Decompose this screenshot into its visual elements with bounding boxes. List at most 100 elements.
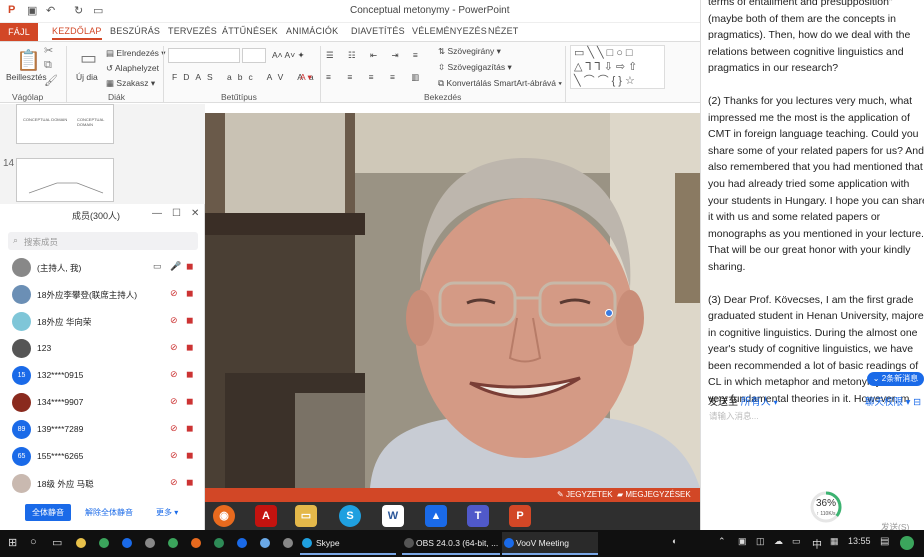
taskbar-obs[interactable]: OBS 24.0.3 (64-bit, ...: [402, 532, 500, 555]
app-icon[interactable]: [145, 538, 155, 548]
network-icon[interactable]: ▭: [792, 536, 801, 547]
tray-icon[interactable]: ☁: [774, 536, 783, 547]
folder-icon[interactable]: [76, 538, 86, 548]
mic-off-icon[interactable]: ⊘: [170, 423, 178, 434]
camera-off-icon[interactable]: ◼: [186, 423, 193, 434]
maximize-icon[interactable]: ☐: [172, 208, 181, 219]
send-to-selector[interactable]: 发送至 所有人 ▾: [708, 393, 778, 408]
app-icon[interactable]: [283, 538, 293, 548]
tray-icon[interactable]: ◐: [672, 536, 677, 546]
paste-button[interactable]: Beillesztés: [6, 72, 47, 82]
font-name-field[interactable]: [168, 48, 240, 63]
taskbar-voov[interactable]: VooV Meeting: [502, 532, 598, 555]
notification-icon[interactable]: ▤: [880, 536, 889, 547]
mic-off-icon[interactable]: ⊘: [170, 315, 178, 326]
reset-button[interactable]: ↺ Alaphelyzet: [106, 63, 159, 74]
ime-icon[interactable]: ▦: [830, 536, 839, 547]
mic-on-icon[interactable]: 🎤: [170, 261, 181, 272]
app-icon[interactable]: [191, 538, 201, 548]
word-icon[interactable]: W: [382, 505, 404, 527]
font-style-buttons[interactable]: FDAS abc AV Aa: [172, 72, 320, 82]
tab-review[interactable]: VÉLEMÉNYEZÉS: [412, 26, 487, 36]
app-icon[interactable]: [168, 538, 178, 548]
unmute-all-button[interactable]: 解除全体静音: [85, 507, 133, 518]
tray-icon[interactable]: ◫: [756, 536, 765, 547]
tab-file[interactable]: FÁJL: [0, 23, 38, 41]
camera-off-icon[interactable]: ◼: [186, 315, 193, 326]
camera-off-icon[interactable]: ◼: [186, 288, 193, 299]
redo-icon[interactable]: ↻: [74, 4, 83, 17]
app-icon[interactable]: [237, 538, 247, 548]
file-explorer-icon[interactable]: ▭: [295, 505, 317, 527]
firefox-icon[interactable]: ◉: [213, 505, 235, 527]
font-size-buttons[interactable]: A˄ A˅ ✦: [272, 50, 305, 61]
paste-icon[interactable]: 📋: [16, 48, 41, 73]
undo-icon[interactable]: ↶: [46, 4, 55, 17]
tab-transitions[interactable]: ÁTTŰNÉSEK: [222, 26, 278, 36]
new-slide-icon[interactable]: ▭: [80, 48, 97, 69]
copy-icon[interactable]: ⧉: [44, 59, 52, 72]
slide-thumbnail-13[interactable]: CONCEPTUAL DOMAIN CONCEPTUAL DOMAIN: [16, 104, 114, 144]
more-button[interactable]: 更多 ▾: [156, 507, 178, 518]
tab-design[interactable]: TERVEZÉS: [168, 26, 217, 36]
list-buttons[interactable]: ☰ ☷ ⇤ ⇥ ≡: [326, 50, 424, 61]
font-color-button[interactable]: A ▾: [300, 72, 312, 83]
chat-input[interactable]: 请输入消息...: [709, 410, 759, 422]
mic-off-icon[interactable]: ⊘: [170, 396, 178, 407]
cut-icon[interactable]: ✂: [44, 44, 53, 57]
tab-insert[interactable]: BESZÚRÁS: [110, 26, 160, 36]
excel-icon[interactable]: [214, 538, 224, 548]
camera-off-icon[interactable]: ◼: [186, 342, 193, 353]
text-direction-button[interactable]: ⇅ Szövegirány ▾: [438, 46, 501, 57]
new-messages-badge[interactable]: ⌄ 2条新消息: [867, 372, 924, 386]
clock[interactable]: 13:55: [848, 536, 871, 546]
camera-off-icon[interactable]: ◼: [186, 477, 193, 488]
app-icon[interactable]: [260, 538, 270, 548]
screen-share-icon[interactable]: ▭: [153, 261, 162, 272]
shapes-gallery[interactable]: ▭╲╲□○□ △⅂⅂⇩⇨⇧ ╲⌒⌒{}☆: [570, 45, 665, 89]
member-search-input[interactable]: ⌕ 搜索成员: [8, 232, 198, 250]
input-language[interactable]: 中: [812, 536, 822, 551]
camera-off-icon[interactable]: ◼: [186, 369, 193, 380]
edge-icon[interactable]: [122, 538, 132, 548]
mic-off-icon[interactable]: ⊘: [170, 477, 178, 488]
align-text-button[interactable]: ⇳ Szövegigazítás ▾: [438, 62, 512, 73]
slide-thumbnail-14[interactable]: [16, 158, 114, 202]
mic-off-icon[interactable]: ⊘: [170, 342, 178, 353]
send-button[interactable]: 发送(S): [881, 521, 909, 530]
tray-icon[interactable]: ▣: [738, 536, 747, 547]
member-row[interactable]: (主持人, 我) ▭ 🎤 ◼: [0, 255, 205, 281]
member-row[interactable]: 15 132****0915 ⊘ ◼: [0, 363, 205, 389]
new-slide-button[interactable]: Új dia: [76, 72, 98, 82]
comments-button[interactable]: ▰ MEGJEGYZÉSEK: [617, 490, 691, 499]
camera-off-icon[interactable]: ◼: [186, 450, 193, 461]
mic-off-icon[interactable]: ⊘: [170, 450, 178, 461]
app-icon[interactable]: [99, 538, 109, 548]
search-icon[interactable]: ○: [30, 536, 37, 548]
camera-off-icon[interactable]: ◼: [186, 261, 193, 272]
tab-slideshow[interactable]: DIAVETÍTÉS: [351, 26, 405, 36]
member-row[interactable]: 65 155****6265 ⊘ ◼: [0, 444, 205, 470]
taskbar-skype[interactable]: Skype: [300, 532, 396, 555]
task-view-icon[interactable]: ▭: [52, 536, 62, 549]
mic-off-icon[interactable]: ⊘: [170, 369, 178, 380]
powerpoint-icon[interactable]: P: [509, 505, 531, 527]
member-row[interactable]: 18级 外应 马聪 ⊘ ◼: [0, 471, 205, 497]
skype-icon[interactable]: S: [339, 505, 361, 527]
align-buttons[interactable]: ≡ ≡ ≡ ≡ ▥: [326, 72, 426, 83]
windows-start-icon[interactable]: ⊞: [8, 536, 17, 549]
voov-icon[interactable]: ▲: [425, 505, 447, 527]
show-hidden-icons[interactable]: ⌃: [718, 536, 726, 547]
font-size-field[interactable]: [242, 48, 266, 63]
member-row[interactable]: 18外应李攀登(联席主持人) ⊘ ◼: [0, 282, 205, 308]
tab-view[interactable]: NÉZET: [488, 26, 519, 36]
member-row[interactable]: 89 139****7289 ⊘ ◼: [0, 417, 205, 443]
section-button[interactable]: ▦ Szakasz ▾: [106, 78, 155, 89]
format-painter-icon[interactable]: 🖌: [44, 74, 58, 87]
save-icon[interactable]: ▣: [27, 4, 37, 17]
acrobat-icon[interactable]: A: [255, 505, 277, 527]
member-row[interactable]: 134****9907 ⊘ ◼: [0, 390, 205, 416]
mute-all-button[interactable]: 全体静音: [25, 504, 71, 521]
layout-button[interactable]: ▤ Elrendezés ▾: [106, 48, 166, 59]
smartart-button[interactable]: ⧉ Konvertálás SmartArt-ábrává ▾: [438, 78, 562, 89]
